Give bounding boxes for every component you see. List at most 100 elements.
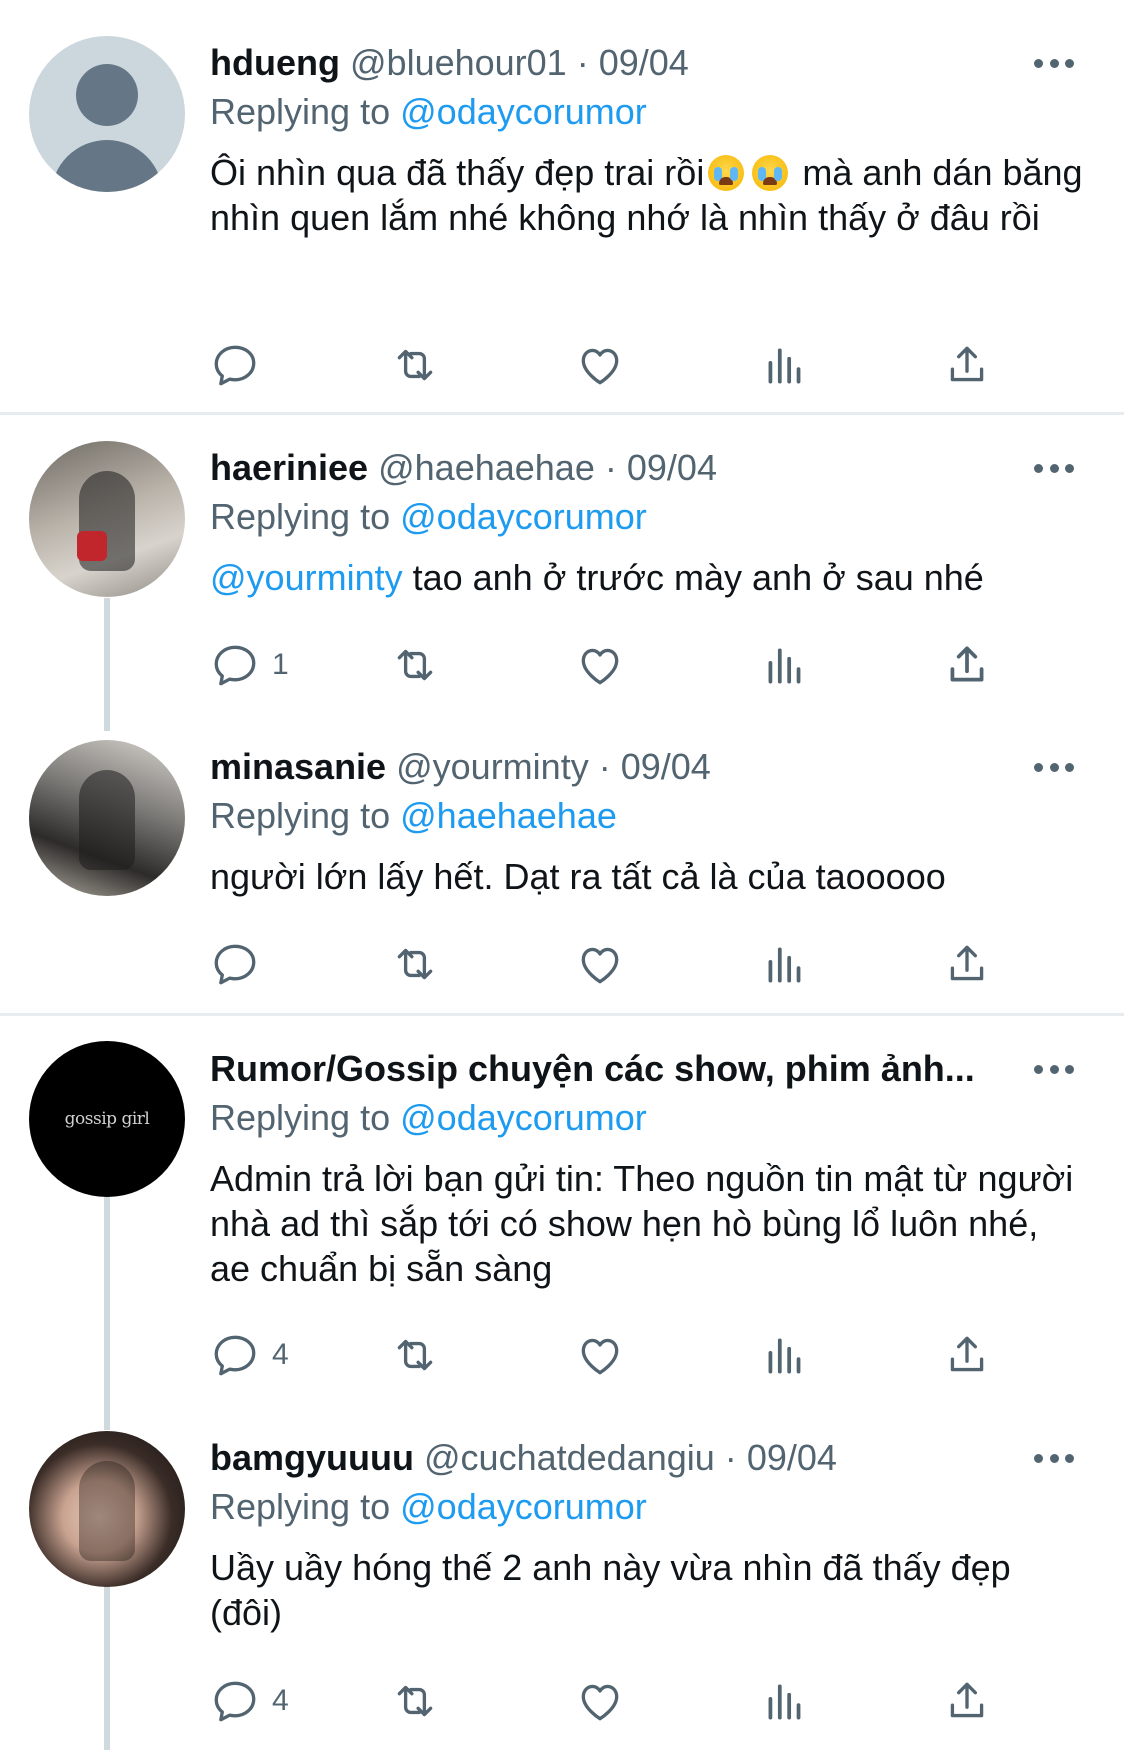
mention-link[interactable]: @yourminty	[210, 557, 403, 598]
more-options-icon[interactable]	[1026, 1433, 1082, 1483]
tweet-date[interactable]: 09/04	[621, 746, 711, 787]
reply-icon	[214, 944, 256, 985]
display-name[interactable]: minasanie	[210, 746, 386, 787]
tweet-text-body: tao anh ở trước mày anh ở sau nhé	[402, 557, 984, 598]
replying-mention-link[interactable]: @haehaehae	[400, 795, 617, 836]
default-avatar-body	[51, 140, 163, 192]
retweet-button[interactable]	[390, 335, 440, 395]
retweet-icon	[397, 349, 433, 381]
tweet-5[interactable]: bamgyuuuu @cuchatdedangiu · 09/04 Replyi…	[0, 1403, 1124, 1750]
tweet-actions: 4	[210, 1671, 1010, 1731]
more-options-icon[interactable]	[1026, 443, 1082, 493]
views-button[interactable]	[760, 1325, 810, 1385]
avatar[interactable]	[29, 441, 185, 597]
views-button[interactable]	[760, 635, 810, 695]
display-name[interactable]: Rumor/Gossip chuyện các show, phim ảnh..…	[210, 1048, 975, 1089]
views-icon	[768, 648, 801, 684]
like-button[interactable]	[575, 1671, 625, 1731]
share-button[interactable]	[942, 1325, 992, 1385]
replying-label: Replying to	[210, 496, 391, 537]
reply-button[interactable]: 4	[210, 1325, 289, 1385]
like-button[interactable]	[575, 635, 625, 695]
share-icon	[950, 346, 984, 382]
replying-to: Replying to @odaycorumor	[210, 493, 1084, 541]
retweet-button[interactable]	[390, 934, 440, 994]
more-options-icon[interactable]	[1026, 742, 1082, 792]
tweet-header: minasanie @yourminty · 09/04	[210, 742, 1084, 792]
separator: ·	[598, 746, 611, 787]
like-button[interactable]	[575, 335, 625, 395]
avatar[interactable]	[29, 740, 185, 896]
avatar[interactable]	[29, 36, 185, 192]
replying-mention-link[interactable]: @odaycorumor	[400, 496, 647, 537]
views-button[interactable]	[760, 934, 810, 994]
tweet-4[interactable]: gossip girl Rumor/Gossip chuyện các show…	[0, 1016, 1124, 1391]
replying-label: Replying to	[210, 795, 391, 836]
reply-icon	[214, 345, 256, 386]
reply-icon	[214, 1681, 256, 1722]
tweet-date[interactable]: 09/04	[599, 42, 689, 83]
loudly-crying-face-icon	[708, 155, 745, 191]
replying-mention-link[interactable]: @odaycorumor	[400, 1097, 647, 1138]
reply-icon	[214, 1335, 256, 1376]
user-handle[interactable]: @haehaehae	[378, 447, 595, 488]
loudly-crying-face-icon	[752, 155, 789, 191]
like-button[interactable]	[575, 1325, 625, 1385]
tweet-actions: 1	[210, 635, 1010, 695]
retweet-icon	[397, 649, 433, 681]
share-button[interactable]	[942, 635, 992, 695]
more-options-icon[interactable]	[1026, 38, 1082, 88]
replying-to: Replying to @haehaehae	[210, 792, 1084, 840]
user-handle[interactable]: @cuchatdedangiu	[424, 1437, 715, 1478]
replying-to: Replying to @odaycorumor	[210, 88, 1084, 136]
retweet-button[interactable]	[390, 1671, 440, 1731]
tweet-text: @yourminty tao anh ở trước mày anh ở sau…	[210, 555, 1084, 600]
retweet-icon	[397, 948, 433, 980]
views-button[interactable]	[760, 335, 810, 395]
tweet-text: người lớn lấy hết. Dạt ra tất cả là của …	[210, 856, 946, 897]
reply-count: 4	[272, 1684, 289, 1717]
reply-button[interactable]: 4	[210, 1671, 289, 1731]
tweet-actions	[210, 335, 1010, 395]
avatar[interactable]	[29, 1431, 185, 1587]
replying-mention-link[interactable]: @odaycorumor	[400, 91, 647, 132]
share-icon	[950, 1336, 984, 1372]
retweet-button[interactable]	[390, 635, 440, 695]
photo-avatar-accent	[77, 531, 107, 561]
tweet-actions	[210, 934, 1010, 994]
tweet-1[interactable]: hdueng @bluehour01 · 09/04 Replying to @…	[0, 0, 1124, 415]
tweet-3[interactable]: minasanie @yourminty · 09/04 Replying to…	[0, 715, 1124, 1016]
share-button[interactable]	[942, 335, 992, 395]
reply-button[interactable]: 1	[210, 635, 289, 695]
tweet-header: Rumor/Gossip chuyện các show, phim ảnh..…	[210, 1044, 1084, 1094]
like-button[interactable]	[575, 934, 625, 994]
replying-label: Replying to	[210, 1486, 391, 1527]
replying-to: Replying to @odaycorumor	[210, 1483, 1084, 1531]
tweet-header: bamgyuuuu @cuchatdedangiu · 09/04	[210, 1433, 1084, 1483]
tweet-date[interactable]: 09/04	[627, 447, 717, 488]
replying-label: Replying to	[210, 91, 391, 132]
tweet-2[interactable]: haeriniee @haehaehae · 09/04 Replying to…	[0, 415, 1124, 715]
reply-button[interactable]	[210, 335, 272, 395]
display-name[interactable]: bamgyuuuu	[210, 1437, 414, 1478]
user-handle[interactable]: @yourminty	[396, 746, 589, 787]
gossip-girl-logo: gossip girl	[64, 1109, 150, 1129]
tweet-text-part1: Ôi nhìn qua đã thấy đẹp trai rồi	[210, 152, 705, 193]
retweet-button[interactable]	[390, 1325, 440, 1385]
like-icon	[581, 1338, 619, 1375]
views-button[interactable]	[760, 1671, 810, 1731]
share-button[interactable]	[942, 1671, 992, 1731]
share-button[interactable]	[942, 934, 992, 994]
more-options-icon[interactable]	[1026, 1044, 1082, 1094]
retweet-icon	[397, 1339, 433, 1371]
user-handle[interactable]: @bluehour01	[350, 42, 567, 83]
reply-button[interactable]	[210, 934, 272, 994]
display-name[interactable]: haeriniee	[210, 447, 368, 488]
avatar[interactable]: gossip girl	[29, 1041, 185, 1197]
replying-mention-link[interactable]: @odaycorumor	[400, 1486, 647, 1527]
display-name[interactable]: hdueng	[210, 42, 340, 83]
reply-icon	[214, 645, 256, 686]
separator: ·	[604, 447, 617, 488]
tweet-date[interactable]: 09/04	[747, 1437, 837, 1478]
reply-count: 1	[272, 648, 289, 681]
